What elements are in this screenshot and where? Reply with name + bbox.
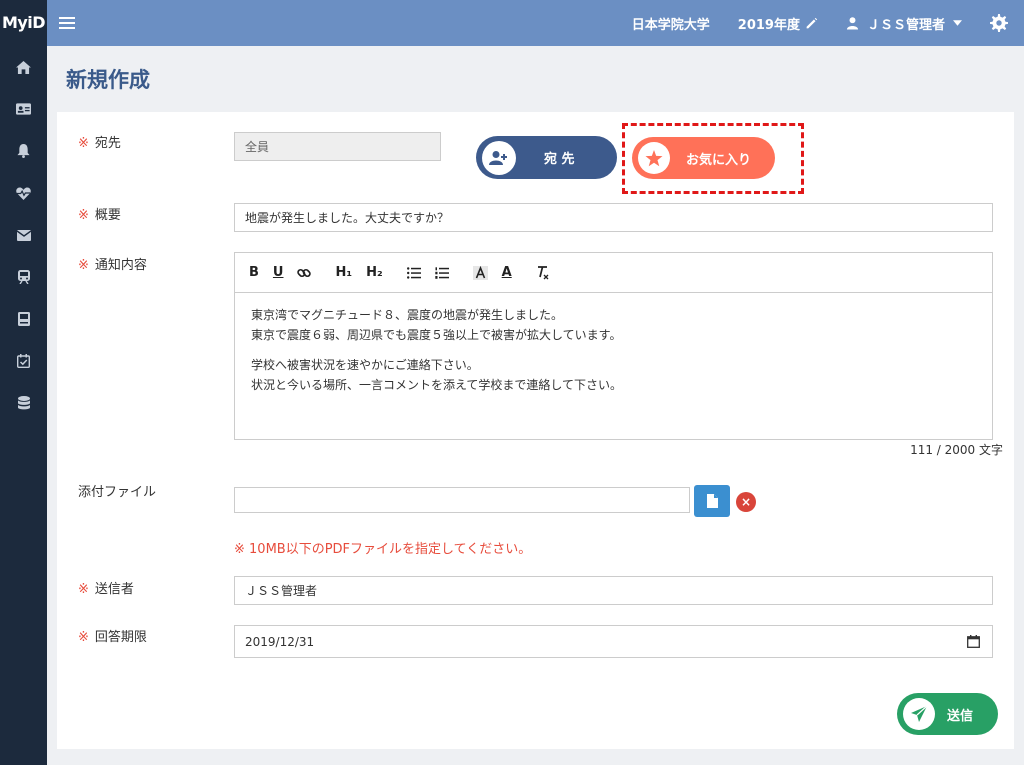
favorite-button[interactable]: お気に入り xyxy=(632,137,775,179)
sidebar xyxy=(0,46,47,765)
sender-label-text: 送信者 xyxy=(94,582,134,597)
caret-down-icon xyxy=(953,20,962,26)
sender-label: ※ 送信者 xyxy=(78,578,134,597)
id-card-icon xyxy=(16,103,31,115)
content-line: 状況と今いる場所、一言コメントを添えて学校まで連絡して下さい。 xyxy=(251,378,623,392)
attachment-label: 添付ファイル xyxy=(78,485,157,500)
star-icon xyxy=(638,142,670,174)
required-mark: ※ xyxy=(78,136,89,151)
content-line: 学校へ被害状況を速やかにご連絡下さい。 xyxy=(251,358,479,372)
attachment-input[interactable] xyxy=(234,487,690,513)
add-recipient-label: 宛 先 xyxy=(544,152,575,167)
summary-input[interactable]: 地震が発生しました。大丈夫ですか？ xyxy=(234,203,993,232)
calendar-icon xyxy=(967,635,980,648)
university-label: 日本学院大学 xyxy=(631,17,710,33)
favorite-label: お気に入り xyxy=(686,152,752,168)
sender-input[interactable]: ＪＳＳ管理者 xyxy=(234,576,993,605)
add-recipient-button[interactable]: 宛 先 xyxy=(476,136,617,179)
required-mark: ※ xyxy=(78,208,89,223)
paper-plane-icon xyxy=(903,698,935,730)
send-button[interactable]: 送信 xyxy=(897,693,998,735)
sidebar-item-messages[interactable] xyxy=(0,214,47,256)
sidebar-item-data[interactable] xyxy=(0,382,47,424)
user-name: ＪＳＳ管理者 xyxy=(866,17,945,33)
sidebar-item-home[interactable] xyxy=(0,46,47,88)
year-selector[interactable]: 2019年度 xyxy=(738,14,818,33)
rich-text-editor: B U H₁ H₂ A 東京湾でマグニチュード８、震度の地震が発生しました。 東… xyxy=(234,252,993,440)
add-user-icon xyxy=(482,140,516,175)
deadline-label: ※ 回答期限 xyxy=(78,626,147,645)
heading2-button[interactable]: H₂ xyxy=(366,265,383,280)
recipient-label: ※ 宛先 xyxy=(78,132,121,151)
required-mark: ※ xyxy=(78,582,89,597)
underline-button[interactable]: U xyxy=(273,265,284,280)
font-color-button[interactable]: A xyxy=(502,265,512,280)
page-title: 新規作成 xyxy=(66,68,150,92)
required-mark: ※ xyxy=(78,258,89,273)
file-icon xyxy=(706,494,718,508)
required-mark: ※ xyxy=(78,630,89,645)
character-counter: 111 / 2000 文字 xyxy=(910,443,1003,457)
remove-file-button[interactable]: × xyxy=(736,492,756,512)
bold-button[interactable]: B xyxy=(249,265,259,280)
book-icon xyxy=(17,312,30,326)
recipient-field[interactable]: 全員 xyxy=(234,132,441,161)
summary-label: ※ 概要 xyxy=(78,204,121,223)
university-name[interactable]: 日本学院大学 xyxy=(632,14,710,33)
bell-icon xyxy=(17,144,30,158)
user-menu[interactable]: ＪＳＳ管理者 xyxy=(846,14,962,33)
deadline-input[interactable]: 2019/12/31 xyxy=(234,625,956,658)
train-icon xyxy=(17,270,30,284)
content-line: 東京で震度６弱、周辺県でも震度５強以上で被害が拡大しています。 xyxy=(251,328,622,342)
calendar-picker-button[interactable] xyxy=(955,625,993,658)
calendar-check-icon xyxy=(17,354,30,368)
mail-icon xyxy=(16,229,31,241)
bullet-list-icon[interactable] xyxy=(406,266,421,279)
ordered-list-icon[interactable] xyxy=(434,266,449,279)
heartbeat-icon xyxy=(16,186,31,200)
file-browse-button[interactable] xyxy=(694,485,730,517)
sidebar-item-notifications[interactable] xyxy=(0,130,47,172)
deadline-label-text: 回答期限 xyxy=(94,630,147,645)
clear-format-icon[interactable] xyxy=(536,265,550,280)
pencil-icon xyxy=(806,17,818,28)
settings-gear-icon[interactable] xyxy=(990,14,1008,32)
editor-content[interactable]: 東京湾でマグニチュード８、震度の地震が発生しました。 東京で震度６弱、周辺県でも… xyxy=(235,293,992,407)
brand-logo[interactable]: MyiD xyxy=(0,0,47,46)
editor-toolbar: B U H₁ H₂ A xyxy=(235,253,992,293)
year-label: 2019年度 xyxy=(737,17,800,33)
home-icon xyxy=(16,60,31,74)
top-bar: MyiD 日本学院大学 2019年度 ＪＳＳ管理者 xyxy=(0,0,1024,46)
content-line xyxy=(251,345,976,355)
sidebar-item-schedule[interactable] xyxy=(0,340,47,382)
hamburger-menu-icon[interactable] xyxy=(59,14,75,32)
top-right-area: 日本学院大学 2019年度 ＪＳＳ管理者 xyxy=(632,0,1024,46)
sidebar-item-docs[interactable] xyxy=(0,298,47,340)
send-label: 送信 xyxy=(947,708,974,724)
recipient-label-text: 宛先 xyxy=(94,136,121,151)
highlight-color-icon[interactable] xyxy=(472,265,488,280)
content-label-text: 通知内容 xyxy=(94,258,147,273)
attachment-note: ※ 10MB以下のPDFファイルを指定してください。 xyxy=(234,542,532,557)
sidebar-item-transport[interactable] xyxy=(0,256,47,298)
content-line: 東京湾でマグニチュード８、震度の地震が発生しました。 xyxy=(251,308,564,322)
database-icon xyxy=(17,396,30,410)
summary-label-text: 概要 xyxy=(94,208,121,223)
content-label: ※ 通知内容 xyxy=(78,254,147,273)
link-icon[interactable] xyxy=(297,266,312,280)
heading1-button[interactable]: H₁ xyxy=(335,265,352,280)
sidebar-item-profile[interactable] xyxy=(0,88,47,130)
user-icon xyxy=(846,17,859,30)
sidebar-item-health[interactable] xyxy=(0,172,47,214)
